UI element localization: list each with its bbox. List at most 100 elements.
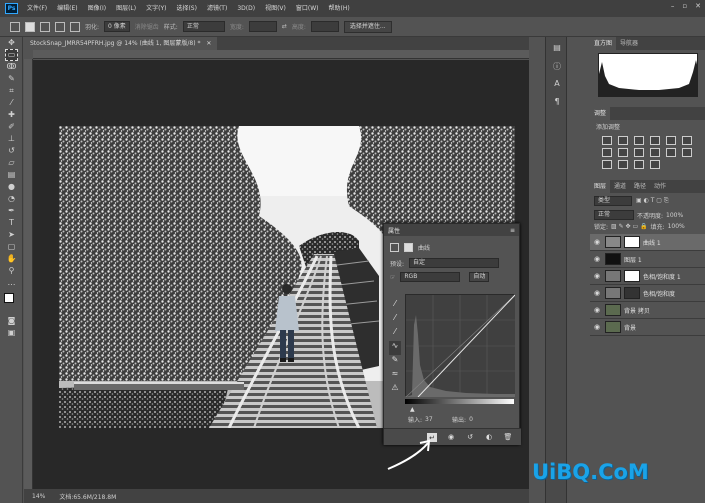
intersect-selection-icon[interactable] — [70, 21, 80, 32]
screen-mode-icon[interactable]: ▣ — [5, 327, 18, 339]
mask-thumbnail[interactable] — [624, 287, 640, 299]
reset-icon[interactable]: ↺ — [465, 433, 475, 442]
quick-mask-icon[interactable]: ◙ — [5, 315, 18, 327]
menu-image[interactable]: 图像(I) — [83, 0, 111, 17]
foreground-color-swatch[interactable] — [4, 293, 14, 303]
gradient-tool-icon[interactable]: ▤ — [5, 169, 18, 181]
style-select[interactable]: 正常 — [182, 21, 225, 32]
hue-saturation-icon[interactable] — [682, 136, 692, 145]
visibility-eye-icon[interactable]: ◉ — [594, 323, 602, 331]
target-adjust-icon[interactable]: ☞ — [390, 274, 395, 281]
character-icon[interactable]: A — [550, 79, 564, 91]
visibility-eye-icon[interactable]: ◉ — [594, 289, 602, 297]
photo-filter-icon[interactable] — [634, 148, 644, 157]
filter-icons[interactable]: ▣ ◐ T ▢ ⎘ — [636, 197, 669, 205]
healing-brush-tool-icon[interactable]: ✚ — [5, 109, 18, 121]
width-input[interactable] — [248, 21, 277, 32]
color-swatches[interactable] — [0, 293, 22, 315]
more-tools-icon[interactable]: … — [5, 277, 18, 289]
black-point-eyedropper-icon[interactable]: ⁄ — [389, 299, 401, 313]
color-balance-icon[interactable] — [602, 148, 612, 157]
menu-window[interactable]: 窗口(W) — [291, 0, 324, 17]
output-value[interactable]: 0 — [469, 416, 473, 423]
close-tab-icon[interactable]: ✕ — [206, 40, 211, 47]
mask-thumbnail[interactable] — [624, 270, 640, 282]
tab-histogram[interactable]: 直方图 — [590, 37, 617, 50]
height-input[interactable] — [310, 21, 339, 32]
layer-row[interactable]: ◉ 背景 — [590, 319, 705, 336]
visibility-eye-icon[interactable]: ◉ — [594, 306, 602, 314]
paragraph-icon[interactable]: ¶ — [550, 97, 564, 109]
curve-draw-icon[interactable]: ✎ — [389, 355, 401, 369]
selective-color-icon[interactable] — [650, 160, 660, 169]
document-tab[interactable]: StockSnap_JMRR54PFRH.jpg @ 14% (曲线 1, 图层… — [24, 37, 218, 50]
swap-icon[interactable]: ⇄ — [282, 23, 287, 30]
brightness-contrast-icon[interactable] — [602, 136, 612, 145]
color-lookup-icon[interactable] — [666, 148, 676, 157]
close-icon[interactable]: ✕ — [695, 2, 701, 10]
invert-icon[interactable] — [682, 148, 692, 157]
tab-navigator[interactable]: 导航器 — [616, 37, 642, 50]
view-previous-state-icon[interactable]: ◉ — [446, 433, 456, 442]
maximize-icon[interactable]: ▫ — [682, 2, 687, 10]
menu-select[interactable]: 选择(S) — [171, 0, 202, 17]
history-icon[interactable]: ▤ — [550, 43, 564, 55]
menu-filter[interactable]: 滤镜(T) — [202, 0, 232, 17]
layer-kind-filter[interactable]: 类型 — [594, 196, 632, 206]
tab-layers[interactable]: 图层 — [590, 180, 611, 193]
auto-button[interactable]: 自动 — [469, 272, 490, 282]
document-info[interactable]: 文档:65.6M/218.8M — [59, 492, 116, 501]
pen-tool-icon[interactable]: ✒ — [5, 205, 18, 217]
mask-thumbnail[interactable] — [624, 236, 640, 248]
fill-value[interactable]: 100% — [668, 223, 685, 230]
clipping-warning-icon[interactable]: ⚠ — [389, 383, 401, 397]
quick-select-tool-icon[interactable]: ✎ — [5, 73, 18, 85]
delete-trash-icon[interactable]: 🗑 — [503, 433, 513, 442]
visibility-eye-icon[interactable]: ◉ — [594, 255, 602, 263]
hand-tool-icon[interactable]: ✋ — [5, 253, 18, 265]
lock-icons[interactable]: ▨ ✎ ✥ ▭ 🔒 — [611, 223, 648, 230]
menu-layer[interactable]: 图层(L) — [111, 0, 141, 17]
tab-adjustments[interactable]: 调整 — [590, 107, 611, 120]
antialias-checkbox-label[interactable]: 消除锯齿 — [135, 22, 159, 31]
path-selection-tool-icon[interactable]: ➤ — [5, 229, 18, 241]
opacity-value[interactable]: 100% — [666, 212, 683, 219]
crop-tool-icon[interactable]: ⌗ — [5, 85, 18, 97]
visibility-eye-icon[interactable]: ◐ — [484, 433, 494, 442]
gradient-map-icon[interactable] — [634, 160, 644, 169]
tab-channels[interactable]: 通道 — [610, 180, 630, 193]
properties-panel[interactable]: 属性 ≡ 曲线 预设: 自定 ☞ RGB 自动 ⁄ ⁄ ⁄ ∿ ✎ ≈ ⚠ ▲ … — [383, 223, 521, 445]
eraser-tool-icon[interactable]: ▱ — [5, 157, 18, 169]
subtract-selection-icon[interactable] — [55, 21, 65, 32]
tab-paths[interactable]: 路径 — [630, 180, 650, 193]
white-point-eyedropper-icon[interactable]: ⁄ — [389, 327, 401, 341]
shape-tool-icon[interactable]: ▢ — [5, 241, 18, 253]
curves-graph[interactable] — [405, 294, 516, 398]
zoom-level[interactable]: 14% — [32, 493, 45, 500]
select-and-mask-button[interactable]: 选择并遮住... — [343, 20, 392, 33]
levels-icon[interactable] — [618, 136, 628, 145]
curves-icon[interactable] — [634, 136, 644, 145]
properties-header[interactable]: 属性 ≡ — [384, 224, 519, 236]
smooth-curve-icon[interactable]: ≈ — [389, 369, 401, 383]
menu-edit[interactable]: 编辑(E) — [52, 0, 82, 17]
lasso-tool-icon[interactable]: ↂ — [5, 61, 18, 73]
menu-help[interactable]: 帮助(H) — [324, 0, 355, 17]
curve-edit-points-icon[interactable]: ∿ — [389, 341, 401, 355]
info-icon[interactable]: ⓘ — [550, 61, 564, 73]
move-tool-icon[interactable]: ✥ — [5, 37, 18, 49]
visibility-eye-icon[interactable]: ◉ — [594, 272, 602, 280]
gray-point-eyedropper-icon[interactable]: ⁄ — [389, 313, 401, 327]
posterize-icon[interactable] — [602, 160, 612, 169]
menu-file[interactable]: 文件(F) — [22, 0, 52, 17]
layer-row[interactable]: ◉ 图层 1 — [590, 251, 705, 268]
menu-type[interactable]: 文字(Y) — [141, 0, 171, 17]
input-value[interactable]: 37 — [425, 416, 449, 423]
layer-row[interactable]: ◉ 色相/饱和度 1 — [590, 268, 705, 285]
marquee-preset-icon[interactable] — [10, 21, 20, 32]
channel-mixer-icon[interactable] — [650, 148, 660, 157]
menu-view[interactable]: 视图(V) — [260, 0, 291, 17]
curves-adjustment-icon[interactable] — [390, 242, 399, 252]
vibrance-icon[interactable] — [666, 136, 676, 145]
menu-3d[interactable]: 3D(D) — [232, 0, 260, 17]
